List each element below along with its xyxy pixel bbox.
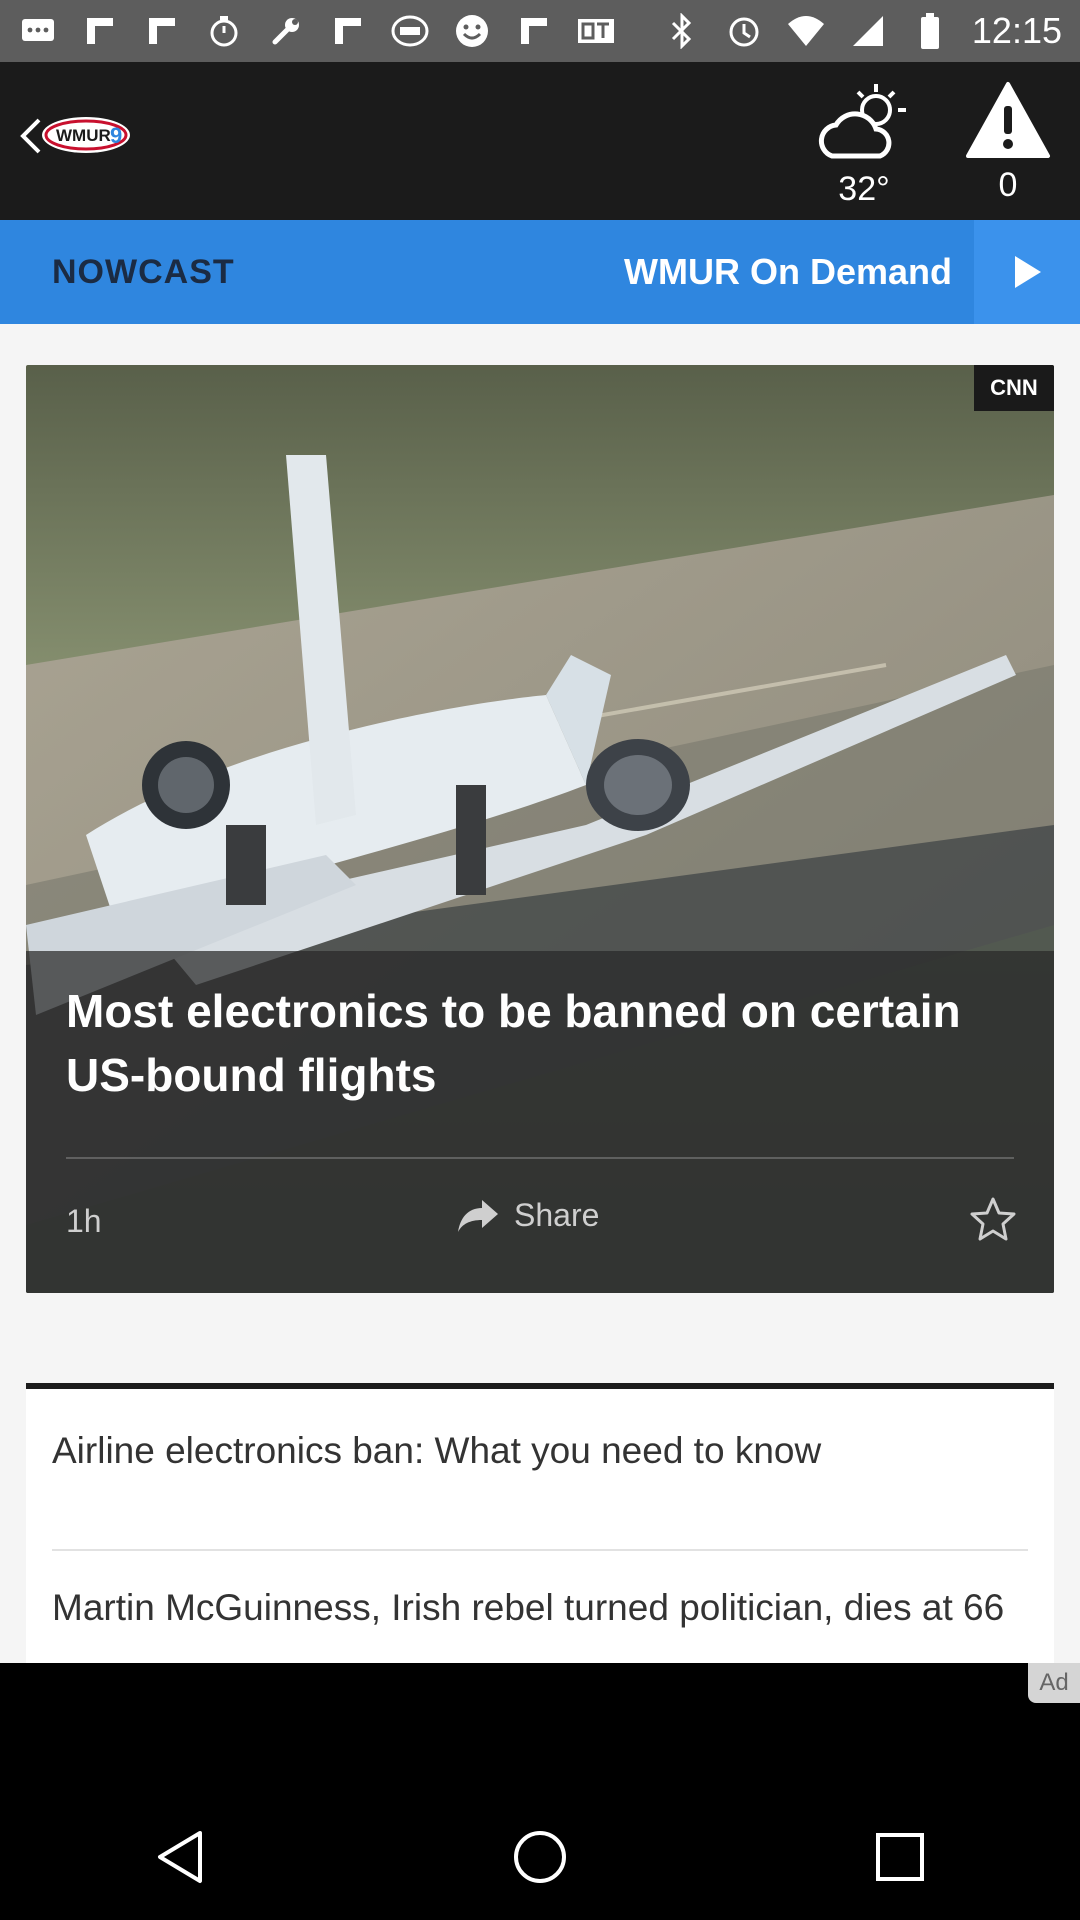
wifi-icon <box>786 11 826 51</box>
play-button[interactable] <box>974 220 1080 324</box>
featured-story-card[interactable]: CNN Most electronics to be banned on cer… <box>26 365 1054 1293</box>
weather-widget[interactable]: 32° <box>812 80 916 210</box>
system-navigation-bar <box>0 1794 1080 1920</box>
fox-sports-icon <box>390 11 430 51</box>
flipboard-icon <box>80 11 120 51</box>
weather-temperature: 32° <box>838 170 890 208</box>
wrench-icon <box>266 11 306 51</box>
related-story-link[interactable]: Airline electronics ban: What you need t… <box>52 1425 1028 1476</box>
alerts-count: 0 <box>998 166 1018 204</box>
system-status: 12:15 <box>662 10 1062 52</box>
share-button[interactable]: Share <box>456 1197 599 1234</box>
share-label: Share <box>514 1197 600 1233</box>
related-story-link[interactable]: Martin McGuinness, Irish rebel turned po… <box>52 1582 1028 1633</box>
partly-cloudy-icon <box>818 84 906 159</box>
svg-text:WMUR: WMUR <box>56 126 111 145</box>
message-icon <box>18 11 58 51</box>
alarm-icon <box>724 11 764 51</box>
svg-text:9: 9 <box>110 123 122 148</box>
smiley-icon <box>452 11 492 51</box>
app-bar: WMUR 9 32° 0 <box>0 62 1080 220</box>
status-time: 12:15 <box>971 10 1062 51</box>
story-divider <box>66 1157 1014 1159</box>
qt-icon <box>576 11 616 51</box>
flipboard-icon <box>328 11 368 51</box>
share-icon <box>458 1199 498 1232</box>
home-circle-icon <box>514 1831 566 1883</box>
favorite-button[interactable] <box>968 1195 1018 1245</box>
home-nav-button[interactable] <box>500 1817 580 1897</box>
story-headline[interactable]: Most electronics to be banned on certain… <box>66 979 1026 1107</box>
story-age: 1h <box>66 1203 102 1239</box>
source-badge: CNN <box>974 365 1054 411</box>
tab-bar: NOWCAST WMUR On Demand <box>0 220 1080 324</box>
flipboard-icon <box>142 11 182 51</box>
nowcast-button[interactable]: NOWCAST <box>52 220 235 324</box>
stopwatch-icon <box>204 11 244 51</box>
battery-icon <box>910 11 950 51</box>
star-icon <box>970 1197 1016 1241</box>
recents-square-icon <box>876 1833 924 1881</box>
bluetooth-icon <box>662 11 702 51</box>
warning-icon <box>966 82 1050 158</box>
notification-icons <box>18 11 662 51</box>
wmur-logo[interactable]: WMUR 9 <box>40 110 134 160</box>
status-bar: 12:15 <box>0 0 1080 62</box>
ad-label: Ad <box>1028 1663 1080 1703</box>
recents-nav-button[interactable] <box>860 1817 940 1897</box>
back-nav-button[interactable] <box>140 1817 220 1897</box>
signal-icon <box>848 11 888 51</box>
ad-banner[interactable]: Ad <box>0 1663 1080 1794</box>
play-icon <box>1015 256 1041 288</box>
related-divider <box>52 1549 1028 1551</box>
back-triangle-icon <box>158 1831 202 1883</box>
alerts-widget[interactable]: 0 <box>962 80 1054 210</box>
flipboard-icon <box>514 11 554 51</box>
on-demand-button[interactable]: WMUR On Demand <box>624 220 952 324</box>
related-stories: Airline electronics ban: What you need t… <box>26 1383 1054 1663</box>
